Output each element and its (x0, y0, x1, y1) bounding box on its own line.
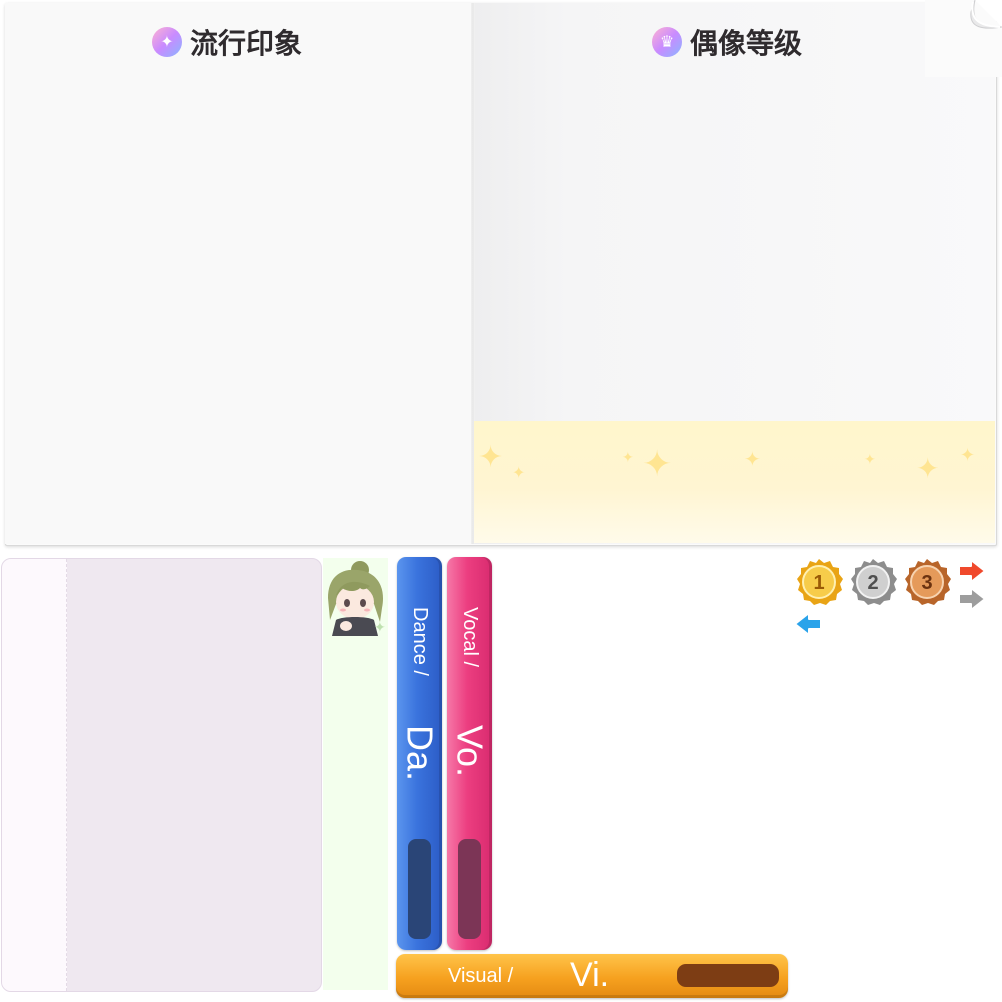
sparkle-icon: ✦ (744, 447, 761, 471)
chibi-character-icon: ✦ (328, 561, 386, 636)
sparkle-icon: ✦ (622, 450, 634, 466)
vocal-abbr: Vo. (449, 725, 491, 778)
sparkle-icon: ✦ (642, 444, 673, 485)
sparkle-icon: ✦ (478, 440, 504, 475)
idol-rank-title: ♛ 偶像等级 (652, 22, 802, 62)
popular-impression-label: 流行印象 (190, 27, 303, 60)
medal-1-rank: 1 (813, 572, 824, 594)
crown-icon: ♛ (652, 27, 682, 57)
popular-impression-title: ✦ 流行印象 (152, 22, 302, 62)
rank-gold-band: ✦ ✦ ✦ ✦ ✦ ✦ ✦ ✦ (474, 421, 995, 543)
dance-label: Dance / (409, 607, 431, 676)
vocal-stat-bar: Vocal / Vo. (447, 557, 492, 950)
arrow-right-gray-icon[interactable] (957, 586, 987, 612)
sparkle-icon: ✦ (864, 452, 876, 468)
medal-2-rank: 2 (867, 572, 878, 594)
vocal-value-slot (458, 839, 481, 939)
gold-medal-icon: 1 (797, 559, 843, 605)
info-panel-lilac (1, 558, 322, 992)
dance-value-slot (408, 839, 431, 939)
arrow-right-red-icon[interactable] (957, 558, 987, 584)
visual-label: Visual / (448, 965, 514, 987)
visual-stat-bar: Visual / Vi. (396, 954, 788, 998)
dance-stat-bar: Dance / Da. (397, 557, 442, 950)
sparkle-icon: ✦ (960, 445, 976, 466)
idol-rank-label: 偶像等级 (690, 27, 803, 60)
arrow-left-blue-icon[interactable] (793, 611, 823, 637)
sparkle-icon: ✦ (916, 452, 940, 485)
vocal-label: Vocal / (459, 607, 481, 668)
bronze-medal-icon: 3 (905, 559, 951, 605)
visual-value-slot (677, 964, 779, 987)
left-page (5, 3, 473, 544)
visual-abbr: Vi. (570, 956, 610, 994)
medal-3-rank: 3 (921, 572, 932, 594)
sparkle-icon: ✦ (512, 463, 526, 482)
page-curl-icon (925, 0, 1002, 77)
dance-abbr: Da. (399, 725, 441, 782)
silver-medal-icon: 2 (851, 559, 897, 605)
svg-text:✦: ✦ (374, 620, 386, 636)
sparkle-icon: ✦ (152, 27, 182, 57)
